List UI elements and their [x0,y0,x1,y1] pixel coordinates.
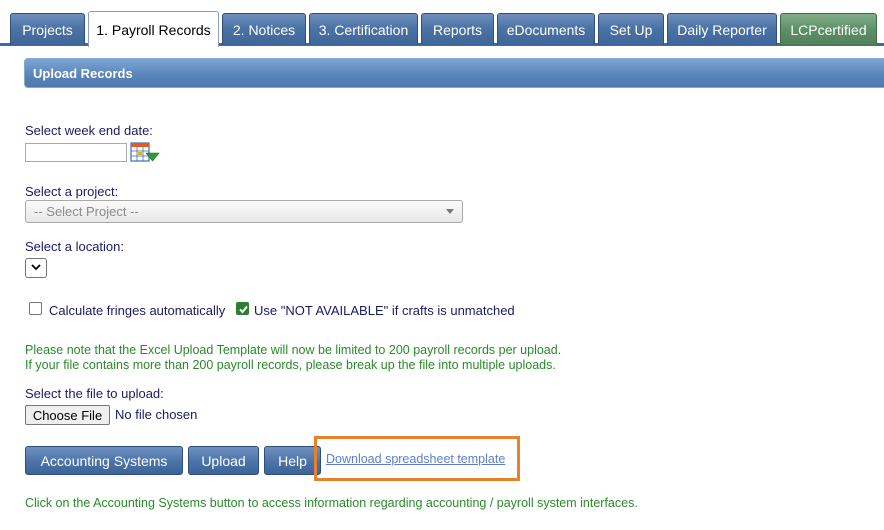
project-select-value: -- Select Project -- [34,204,139,219]
tab-notices[interactable]: 2. Notices [222,13,306,45]
accounting-systems-note: Click on the Accounting Systems button t… [25,496,638,510]
panel-title: Upload Records [33,65,133,81]
project-select[interactable]: -- Select Project -- [25,200,463,223]
not-available-label: Use "NOT AVAILABLE" if crafts is unmatch… [254,303,515,318]
calc-fringes-checkbox[interactable] [29,302,42,315]
tab-projects[interactable]: Projects [10,13,85,45]
choose-file-button[interactable]: Choose File [25,405,110,425]
tab-reports[interactable]: Reports [421,13,494,45]
help-button[interactable]: Help [264,446,321,475]
tab-lcpcertified[interactable]: LCPcertified [780,13,877,45]
upload-limit-note-line2: If your file contains more than 200 payr… [25,358,556,372]
accounting-systems-button[interactable]: Accounting Systems [25,446,183,475]
calendar-dropdown-icon[interactable] [130,141,160,163]
tab-daily-reporter[interactable]: Daily Reporter [667,13,777,45]
panel-header: Upload Records [24,58,884,88]
tab-set-up[interactable]: Set Up [598,13,664,45]
file-label: Select the file to upload: [25,386,164,401]
no-file-chosen-text: No file chosen [115,407,198,422]
not-available-checkbox[interactable] [236,302,249,315]
location-select[interactable] [25,258,47,278]
chevron-down-icon [31,264,41,271]
upload-button[interactable]: Upload [188,446,259,475]
calc-fringes-label: Calculate fringes automatically [49,303,226,318]
tab-bar: Projects 1. Payroll Records 2. Notices 3… [0,0,884,47]
chevron-down-icon [446,209,454,214]
checkmark-icon [239,305,248,314]
project-label: Select a project: [25,184,119,199]
week-end-date-input[interactable] [25,143,127,162]
tab-certification[interactable]: 3. Certification [309,13,418,45]
upload-limit-note-line1: Please note that the Excel Upload Templa… [25,343,562,357]
tab-payroll-records[interactable]: 1. Payroll Records [88,11,219,47]
tab-edocuments[interactable]: eDocuments [497,13,595,45]
download-template-link[interactable]: Download spreadsheet template [326,452,505,466]
week-end-label: Select week end date: [25,123,153,138]
location-label: Select a location: [25,239,125,254]
